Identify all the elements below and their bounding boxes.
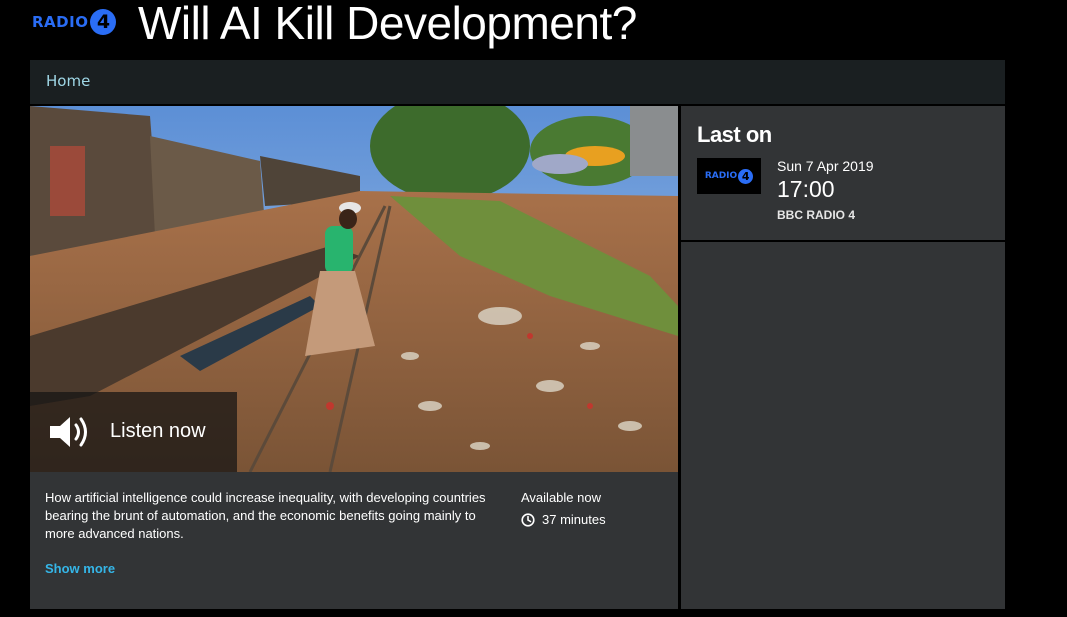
- broadcast-time: 17:00: [777, 176, 835, 202]
- last-on-panel: Last on RADIO 4 Sun 7 Apr 2019 17:00 BBC…: [681, 106, 1005, 240]
- logo-number: 4: [738, 168, 754, 184]
- logo-word: RADIO: [704, 171, 738, 181]
- radio4-logo[interactable]: RADIO 4: [32, 9, 117, 35]
- episode-description-panel: How artificial intelligence could increa…: [30, 472, 678, 609]
- availability-status: Available now: [521, 490, 601, 505]
- brand-word: RADIO: [32, 13, 89, 31]
- nav-home-link[interactable]: Home: [46, 72, 90, 90]
- last-on-heading: Last on: [697, 122, 772, 147]
- page-header: RADIO 4 Will AI Kill Development?: [0, 0, 1067, 56]
- sidebar-empty-panel: [681, 242, 1005, 609]
- show-more-link[interactable]: Show more: [45, 561, 115, 576]
- broadcast-station: BBC RADIO 4: [777, 208, 856, 222]
- episode-image: Listen now: [30, 106, 678, 472]
- listen-now-label: Listen now: [110, 420, 206, 442]
- clock-icon: [521, 513, 535, 527]
- station-logo[interactable]: RADIO 4: [697, 158, 761, 194]
- nav-bar: Home: [30, 60, 1005, 104]
- page-title: Will AI Kill Development?: [138, 0, 637, 49]
- episode-duration: 37 minutes: [521, 511, 606, 529]
- brand-number: 4: [90, 9, 117, 35]
- episode-synopsis: How artificial intelligence could increa…: [45, 490, 486, 541]
- duration-label: 37 minutes: [542, 512, 606, 527]
- availability-info: Available now 37 minutes: [521, 489, 606, 529]
- broadcast-date: Sun 7 Apr 2019: [777, 158, 874, 174]
- listen-now-button[interactable]: Listen now: [30, 392, 237, 472]
- speaker-icon: [50, 417, 87, 447]
